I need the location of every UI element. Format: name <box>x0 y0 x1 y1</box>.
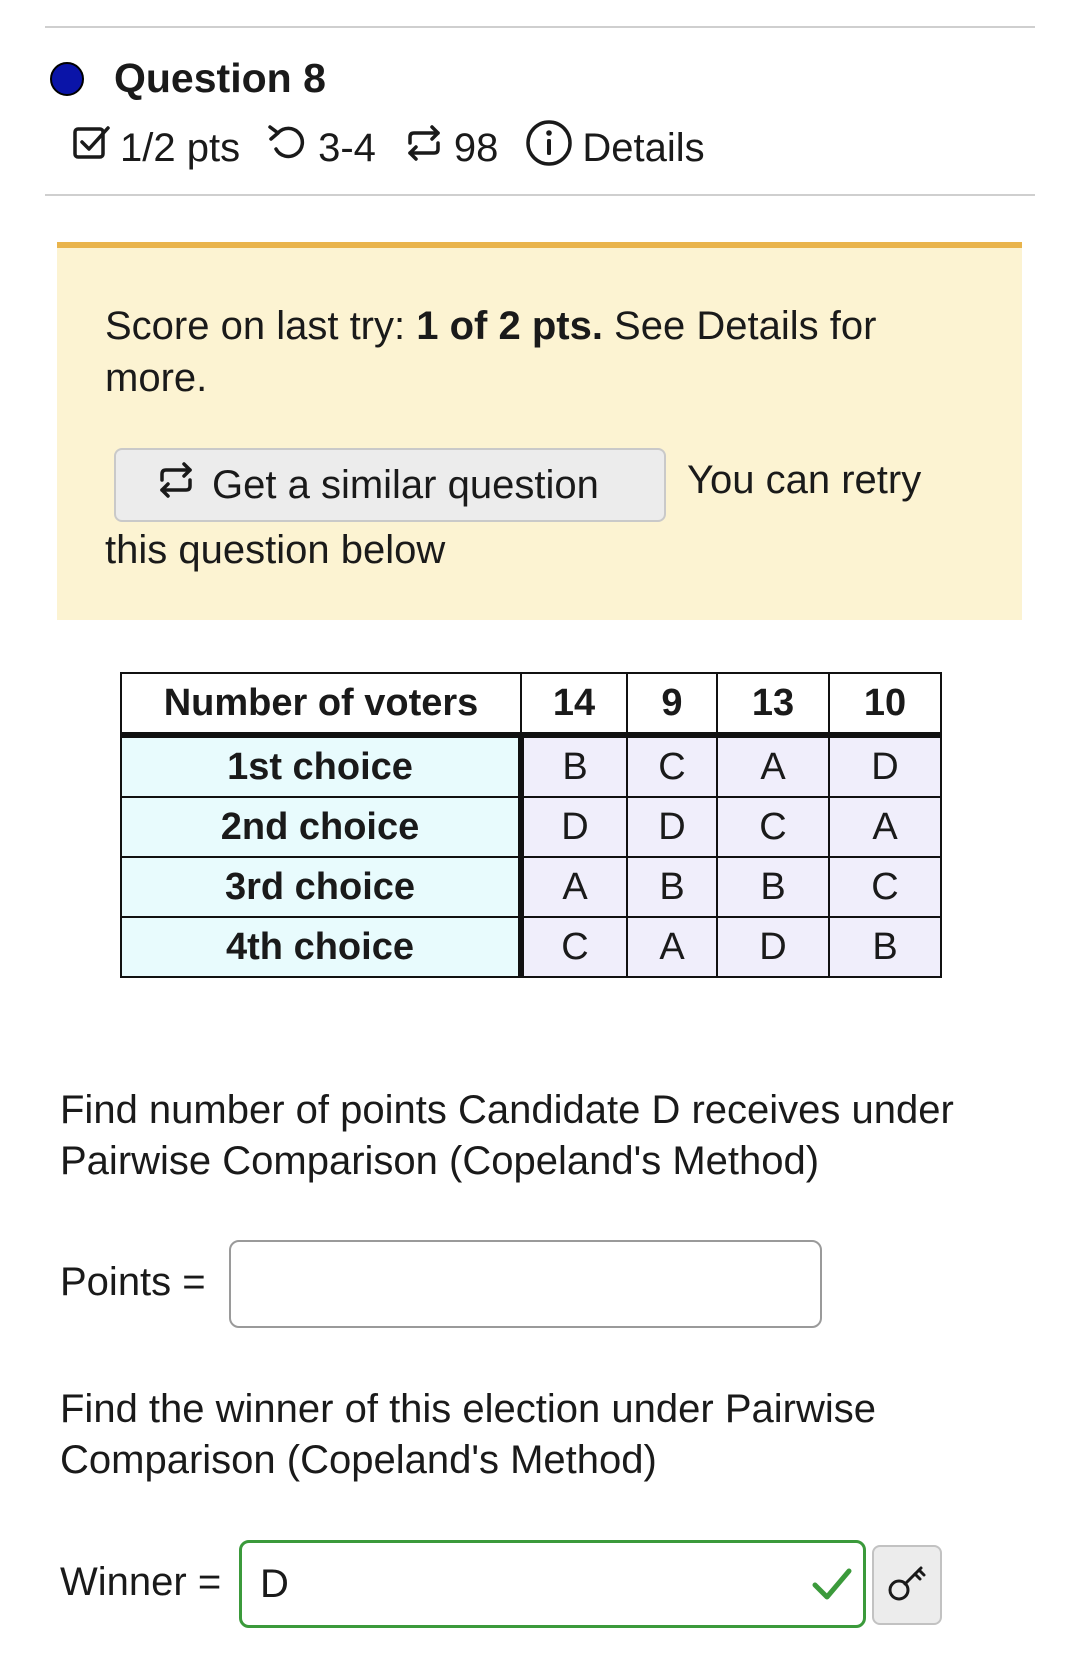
table-row: 4th choice C A D B <box>120 916 942 978</box>
table-cell: D <box>520 796 628 858</box>
checkmark-icon <box>809 1561 855 1617</box>
table-cell: D <box>828 734 942 798</box>
similar-question-icon <box>402 123 446 173</box>
table-cell: B <box>716 856 830 918</box>
similar-button-label: Get a similar question <box>212 462 599 507</box>
table-header-cell: 13 <box>716 672 830 738</box>
part1-prompt: Find number of points Candidate D receiv… <box>60 1088 954 1183</box>
row-label: 2nd choice <box>120 796 524 858</box>
top-divider <box>45 26 1035 28</box>
table-cell: A <box>828 796 942 858</box>
preference-table: Number of voters 14 9 13 10 1st choice B… <box>120 672 942 978</box>
retry-text-line1: You can retry <box>687 458 922 502</box>
table-header-cell: Number of voters <box>120 672 522 738</box>
table-cell: C <box>716 796 830 858</box>
table-header-row: Number of voters 14 9 13 10 <box>120 672 942 738</box>
table-cell: C <box>828 856 942 918</box>
table-cell: A <box>716 734 830 798</box>
table-header-cell: 9 <box>626 672 718 738</box>
table-cell: C <box>626 734 718 798</box>
table-row: 3rd choice A B B C <box>120 856 942 918</box>
question-header: Question 8 <box>50 55 326 102</box>
checkbox-icon <box>72 123 112 173</box>
similar-question-icon <box>154 460 198 510</box>
table-cell: D <box>716 916 830 978</box>
table-row: 1st choice B C A D <box>120 734 942 798</box>
row-label: 4th choice <box>120 916 524 978</box>
retry-text-line2: this question below <box>105 528 446 572</box>
get-similar-question-button[interactable]: Get a similar question <box>114 448 666 522</box>
question-title: Question 8 <box>114 55 326 101</box>
table-header-cell: 14 <box>520 672 628 738</box>
score-bold: 1 of 2 pts. <box>416 304 603 348</box>
table-cell: B <box>520 734 628 798</box>
score-prefix: Score on last try: <box>105 304 417 348</box>
table-cell: C <box>520 916 628 978</box>
points-value: 1/2 pts <box>120 125 241 170</box>
table-cell: A <box>520 856 628 918</box>
info-icon[interactable] <box>524 118 574 178</box>
key-icon <box>884 1560 930 1611</box>
retry-icon <box>266 123 310 173</box>
table-cell: D <box>626 796 718 858</box>
attempts-value: 3-4 <box>318 125 376 170</box>
table-header-cell: 10 <box>828 672 942 738</box>
details-link[interactable]: Details <box>582 126 704 171</box>
part2-prompt: Find the winner of this election under P… <box>60 1387 876 1482</box>
score-message: Score on last try: 1 of 2 pts. See Detai… <box>105 300 965 404</box>
similar-count: 98 <box>453 125 499 170</box>
winner-label: Winner = <box>60 1560 222 1604</box>
score-notice: Score on last try: 1 of 2 pts. See Detai… <box>57 242 1022 620</box>
table-cell: A <box>626 916 718 978</box>
row-label: 1st choice <box>120 734 524 798</box>
header-divider <box>45 194 1035 196</box>
table-row: 2nd choice D D C A <box>120 796 942 858</box>
table-cell: B <box>828 916 942 978</box>
show-answer-key-button[interactable] <box>872 1545 942 1625</box>
row-label: 3rd choice <box>120 856 524 918</box>
table-cell: B <box>626 856 718 918</box>
points-input[interactable] <box>229 1240 822 1328</box>
winner-value: D <box>260 1561 289 1606</box>
question-meta: 1/2 pts 3-4 98 Details <box>72 118 705 178</box>
winner-input[interactable]: D <box>239 1540 866 1628</box>
points-label: Points = <box>60 1260 206 1304</box>
status-dot <box>50 61 84 96</box>
